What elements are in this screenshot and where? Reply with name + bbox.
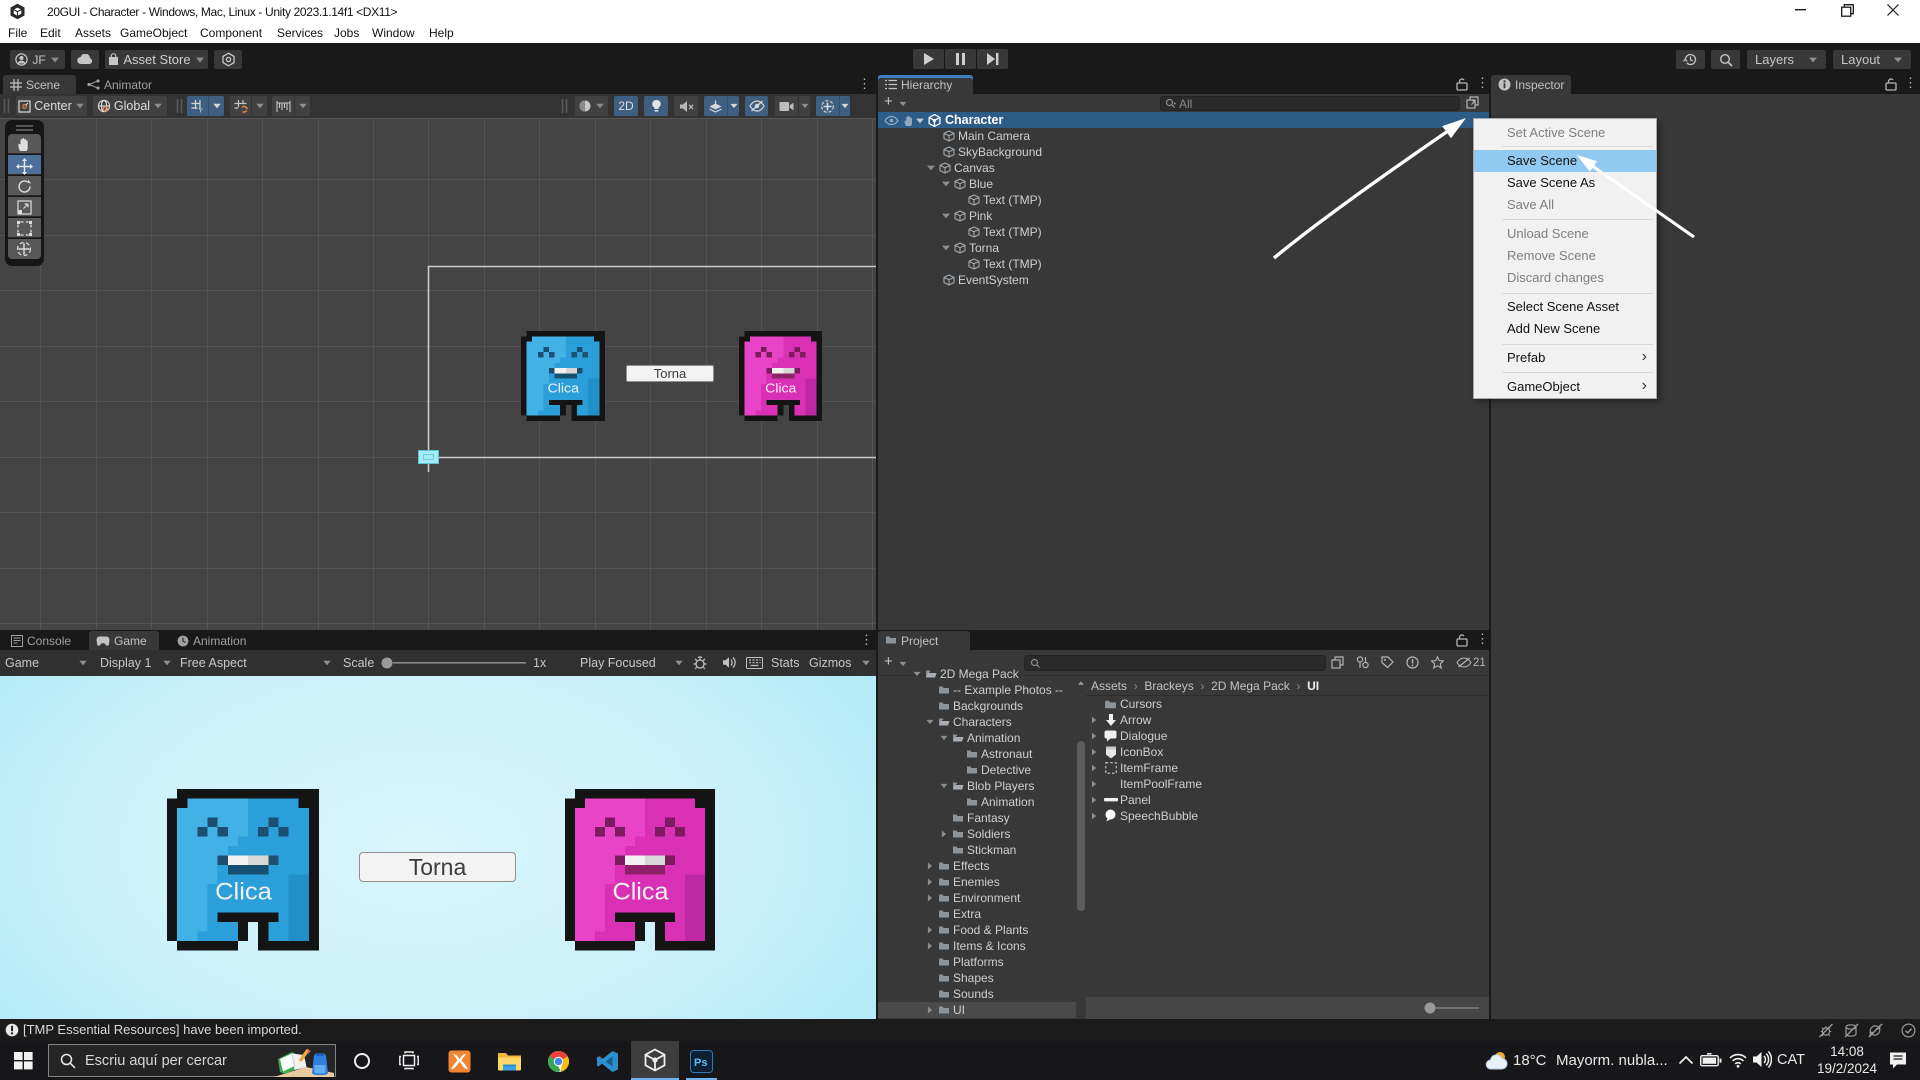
svg-text:Ps: Ps: [694, 1057, 707, 1069]
svg-text:Y: Y: [198, 108, 203, 114]
svg-text:Clica: Clica: [215, 879, 272, 905]
svg-text:Clica: Clica: [613, 879, 669, 905]
svg-text:Clica: Clica: [548, 381, 580, 396]
svg-text:Clica: Clica: [765, 381, 796, 396]
